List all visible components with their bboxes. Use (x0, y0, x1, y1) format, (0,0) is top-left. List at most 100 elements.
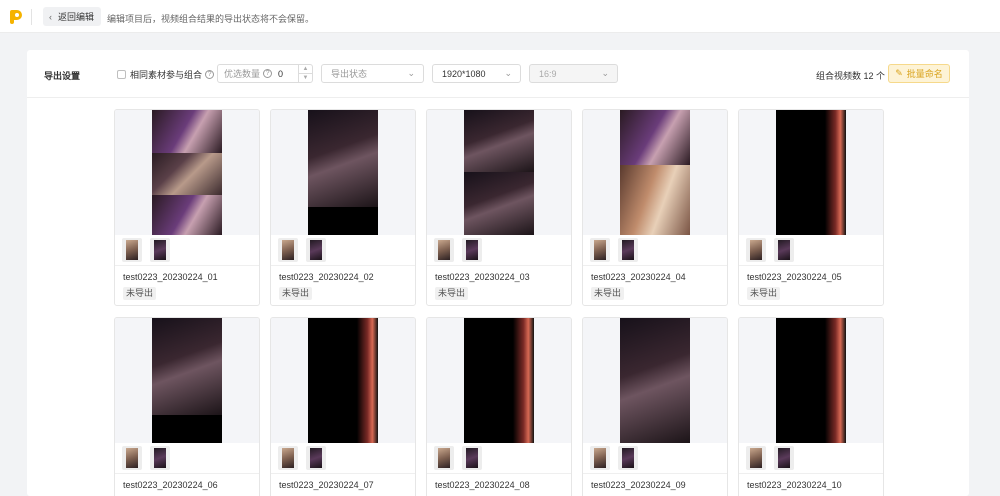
video-frame (620, 318, 690, 443)
source-thumbnails (115, 443, 259, 474)
chevron-down-icon: ⌄ (601, 68, 609, 78)
preferred-count-input[interactable]: 优选数量 ? 0 ▲ ▼ (217, 64, 313, 83)
source-thumbnail (278, 238, 298, 262)
resolution-select[interactable]: 1920*1080 ⌄ (432, 64, 521, 83)
increment-icon[interactable]: ▲ (299, 65, 312, 74)
video-name: test0223_20230224_07 (279, 480, 374, 490)
chevron-down-icon: ⌄ (504, 68, 512, 78)
video-preview (739, 110, 883, 235)
export-status-badge: 未导出 (747, 287, 781, 300)
same-material-checkbox[interactable] (117, 70, 126, 79)
video-name: test0223_20230224_06 (123, 480, 218, 490)
same-material-option[interactable]: 相同素材参与组合 ? (117, 68, 215, 81)
source-thumbnails (271, 235, 415, 266)
source-thumbnails (739, 443, 883, 474)
source-thumbnail (746, 446, 766, 470)
video-card[interactable]: test0223_20230224_02 未导出 (270, 109, 416, 306)
back-to-edit-button[interactable]: ‹ 返回编辑 (43, 7, 102, 26)
video-name: test0223_20230224_08 (435, 480, 530, 490)
export-status-placeholder: 导出状态 (331, 69, 368, 79)
video-preview (427, 318, 571, 443)
chevron-left-icon: ‹ (49, 11, 52, 22)
export-status-badge: 未导出 (435, 287, 469, 300)
chevron-down-icon: ⌄ (407, 68, 415, 78)
aspect-ratio-select: 16:9 ⌄ (529, 64, 618, 83)
video-preview (271, 318, 415, 443)
help-icon[interactable]: ? (263, 69, 273, 78)
decrement-icon[interactable]: ▼ (299, 74, 312, 82)
divider (31, 9, 32, 25)
preferred-count-label: 优选数量 (224, 69, 261, 79)
source-thumbnail (590, 446, 610, 470)
video-name: test0223_20230224_01 (123, 272, 218, 282)
source-thumbnail (150, 238, 170, 262)
source-thumbnail (462, 446, 482, 470)
source-thumbnail (590, 238, 610, 262)
video-name: test0223_20230224_02 (279, 272, 374, 282)
batch-rename-button[interactable]: ✎ 批量命名 (888, 64, 950, 83)
video-frame (308, 318, 378, 443)
export-status-badge: 未导出 (279, 287, 313, 300)
export-settings-title: 导出设置 (44, 71, 81, 81)
source-thumbnail (774, 238, 794, 262)
video-frame (620, 110, 690, 235)
source-thumbnail (434, 238, 454, 262)
app-logo-icon (10, 10, 22, 24)
video-name: test0223_20230224_03 (435, 272, 530, 282)
combo-video-count: 组合视频数 12 个 (816, 71, 886, 81)
video-frame (308, 110, 378, 235)
same-material-label: 相同素材参与组合 (130, 70, 203, 80)
video-preview (739, 318, 883, 443)
export-status-badge: 未导出 (591, 287, 625, 300)
source-thumbnail (122, 238, 142, 262)
source-thumbnails (427, 443, 571, 474)
source-thumbnails (271, 443, 415, 474)
source-thumbnails (583, 443, 727, 474)
video-card[interactable]: test0223_20230224_05 未导出 (738, 109, 884, 306)
video-frame (776, 318, 846, 443)
batch-rename-label: 批量命名 (906, 69, 943, 79)
source-thumbnails (739, 235, 883, 266)
count-stepper[interactable]: ▲ ▼ (298, 65, 312, 82)
video-preview (271, 110, 415, 235)
source-thumbnails (427, 235, 571, 266)
source-thumbnail (306, 446, 326, 470)
source-thumbnail (774, 446, 794, 470)
video-card[interactable]: test0223_20230224_03 未导出 (426, 109, 572, 306)
video-name: test0223_20230224_04 (591, 272, 686, 282)
video-name: test0223_20230224_05 (747, 272, 842, 282)
video-preview (115, 318, 259, 443)
pencil-icon: ✎ (895, 68, 903, 78)
video-card[interactable]: test0223_20230224_06 (114, 317, 260, 496)
export-panel: 导出设置 相同素材参与组合 ? 优选数量 ? 0 ▲ ▼ 导出状态 ⌄ 1920… (27, 50, 969, 496)
help-icon[interactable]: ? (205, 70, 215, 79)
source-thumbnail (122, 446, 142, 470)
source-thumbnails (115, 235, 259, 266)
video-name: test0223_20230224_09 (591, 480, 686, 490)
video-card[interactable]: test0223_20230224_09 (582, 317, 728, 496)
video-card[interactable]: test0223_20230224_04 未导出 (582, 109, 728, 306)
export-status-badge: 未导出 (123, 287, 157, 300)
video-frame (464, 110, 534, 235)
preferred-count-value[interactable]: 0 (278, 69, 283, 79)
video-frame (776, 110, 846, 235)
back-button-label: 返回编辑 (58, 12, 95, 22)
export-status-select[interactable]: 导出状态 ⌄ (321, 64, 424, 83)
top-bar: ‹ 返回编辑 编辑项目后，视频组合结果的导出状态将不会保留。 (0, 0, 1000, 33)
video-preview (115, 110, 259, 235)
video-card[interactable]: test0223_20230224_08 (426, 317, 572, 496)
source-thumbnail (462, 238, 482, 262)
source-thumbnail (278, 446, 298, 470)
resolution-value: 1920*1080 (442, 68, 486, 79)
video-name: test0223_20230224_10 (747, 480, 842, 490)
source-thumbnail (150, 446, 170, 470)
video-card[interactable]: test0223_20230224_01 未导出 (114, 109, 260, 306)
video-preview (583, 318, 727, 443)
source-thumbnail (618, 446, 638, 470)
edit-warning-text: 编辑项目后，视频组合结果的导出状态将不会保留。 (107, 14, 315, 24)
source-thumbnail (746, 238, 766, 262)
video-card[interactable]: test0223_20230224_07 (270, 317, 416, 496)
source-thumbnail (306, 238, 326, 262)
video-card[interactable]: test0223_20230224_10 (738, 317, 884, 496)
source-thumbnails (583, 235, 727, 266)
